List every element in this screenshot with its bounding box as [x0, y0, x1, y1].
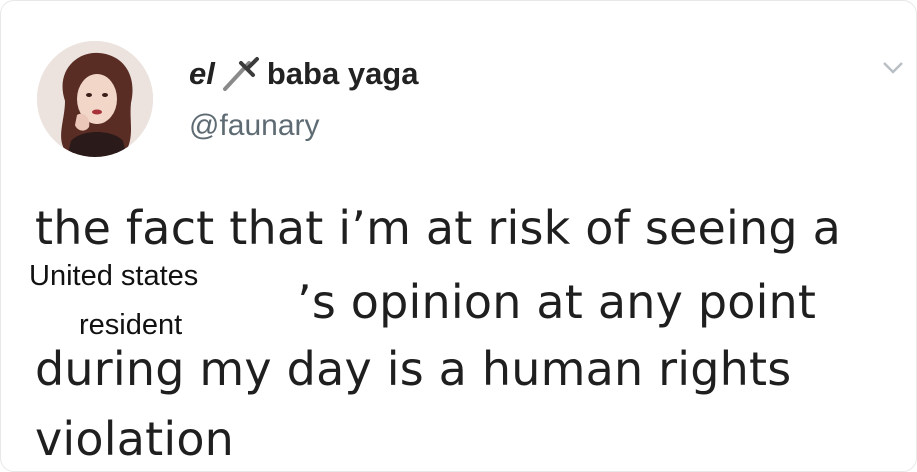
overlay-label-line-1: United states: [29, 260, 199, 292]
avatar-illustration: [37, 41, 153, 157]
tweet-text-line-2: ’s opinion at any point: [297, 275, 817, 329]
user-handle[interactable]: @faunary: [189, 109, 320, 143]
display-name[interactable]: el baba yaga: [189, 53, 418, 95]
display-name-part-2: baba yaga: [266, 56, 419, 91]
tweet-text-line-4: violation: [35, 412, 235, 466]
dagger-icon: [219, 55, 261, 93]
tweet-card: el baba yaga @faunary the fact that i’m …: [0, 0, 917, 472]
avatar[interactable]: [37, 41, 153, 157]
tweet-text-line-1: the fact that i’m at risk of seeing a: [35, 201, 841, 255]
display-name-part-1: el: [189, 56, 215, 91]
tweet-text-line-3: during my day is a human rights: [35, 342, 792, 396]
chevron-down-icon[interactable]: [882, 61, 904, 75]
overlay-label-line-2: resident: [79, 309, 183, 341]
